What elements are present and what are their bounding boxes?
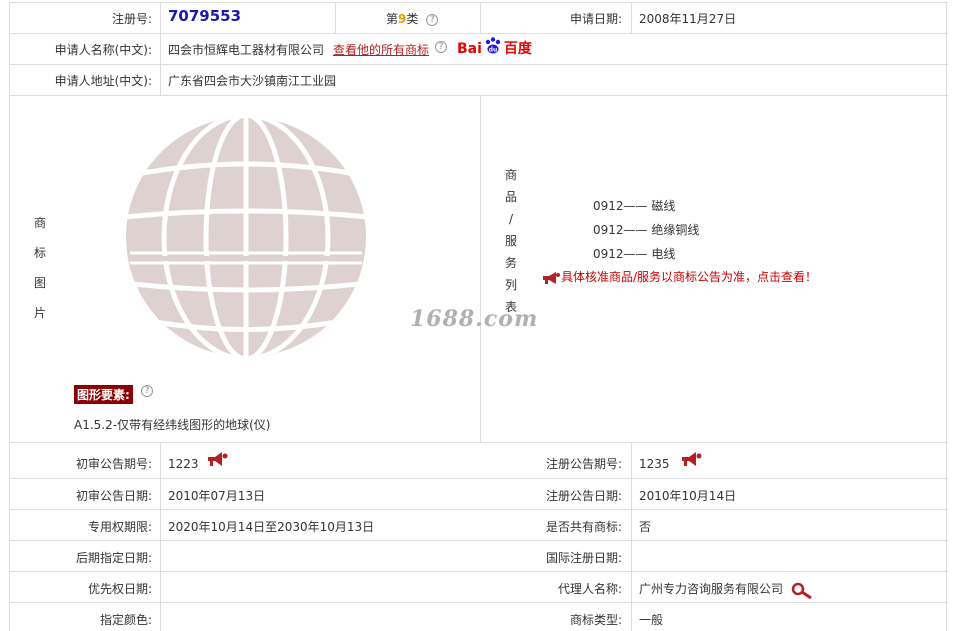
svg-text:du: du <box>489 47 498 54</box>
divider <box>9 64 948 65</box>
mark-type-label: 商标类型: <box>569 613 622 627</box>
later-designation-label: 后期指定日期: <box>75 551 152 565</box>
divider <box>631 442 632 631</box>
applicant-address-label: 申请人地址(中文): <box>54 74 152 88</box>
megaphone-icon[interactable] <box>206 451 228 467</box>
goods-notice-text: 具体核准商品/服务以商标公告为准，点击查看！ <box>561 270 818 284</box>
label-char: 片 <box>33 306 46 320</box>
class-prefix: 第 <box>386 12 399 26</box>
agent-name-label: 代理人名称: <box>557 582 622 596</box>
label-char: 服 <box>504 234 517 248</box>
goods-name: 磁线 <box>651 199 676 213</box>
prelim-date-value: 2010年07月13日 <box>168 489 266 503</box>
watermark-text: 1688.com <box>410 306 539 332</box>
apply-date-label: 申请日期: <box>569 12 622 26</box>
applicant-name-value: 四会市恒辉电工器材有限公司 <box>168 43 325 57</box>
goods-notice-link[interactable]: 具体核准商品/服务以商标公告为准，点击查看！ <box>541 268 817 285</box>
prelim-date-label: 初审公告日期: <box>75 489 152 503</box>
exclusive-period-label: 专用权期限: <box>87 520 152 534</box>
class-suffix: 类 <box>406 12 419 26</box>
baidu-cn-text: 百度 <box>503 41 532 57</box>
divider <box>335 2 336 33</box>
reg-date-value: 2010年10月14日 <box>639 489 737 503</box>
goods-item: 0912—— 磁线 <box>593 197 675 214</box>
divider <box>9 602 948 603</box>
class-indicator: 第9类 ? <box>386 10 439 27</box>
goods-name: 电线 <box>651 247 676 261</box>
help-icon[interactable]: ? <box>426 13 439 26</box>
label-char: / <box>508 212 514 226</box>
megaphone-icon[interactable] <box>680 451 702 467</box>
all-marks-link[interactable]: 查看他的所有商标 <box>333 41 429 58</box>
baidu-logo-link[interactable]: Bai du 百度 <box>457 36 532 58</box>
divider <box>631 2 632 33</box>
divider <box>9 478 948 479</box>
label-char: 商 <box>33 216 46 230</box>
trademark-globe-image <box>126 117 366 357</box>
shared-mark-value: 否 <box>639 520 652 534</box>
divider <box>160 2 161 95</box>
divider <box>9 571 948 572</box>
figure-element-desc: A1.5.2-仅带有经纬线图形的地球(仪) <box>74 418 271 432</box>
label-char: 列 <box>504 278 517 292</box>
goods-code: 0912—— <box>593 199 648 213</box>
goods-services-label: 商 品 / 服 务 列 表 <box>504 164 518 318</box>
mark-type-value: 一般 <box>639 613 664 627</box>
applicant-address-value: 广东省四会市大沙镇南江工业园 <box>168 74 337 88</box>
label-char: 商 <box>504 168 517 182</box>
goods-name: 绝缘铜线 <box>651 223 700 237</box>
divider <box>160 442 161 631</box>
divider <box>480 2 481 33</box>
reg-no-value: 7079553 <box>168 7 242 25</box>
intl-reg-date-label: 国际注册日期: <box>545 551 622 565</box>
help-icon[interactable]: ? <box>435 41 447 53</box>
apply-date-value: 2008年11月27日 <box>639 12 737 26</box>
label-char: 图 <box>33 276 46 290</box>
trademark-image-label: 商 标 图 片 <box>33 208 47 328</box>
label-char: 表 <box>504 300 517 314</box>
divider <box>9 442 948 443</box>
label-char: 标 <box>33 246 46 260</box>
baidu-text: Bai <box>457 41 482 57</box>
goods-item: 0912—— 电线 <box>593 245 675 262</box>
designated-color-label: 指定颜色: <box>99 613 152 627</box>
goods-code: 0912—— <box>593 223 648 237</box>
reg-date-label: 注册公告日期: <box>545 489 622 503</box>
exclusive-period-value: 2020年10月14日至2030年10月13日 <box>168 520 375 534</box>
divider <box>480 95 481 442</box>
divider <box>9 33 948 34</box>
prelim-no-label: 初审公告期号: <box>75 457 152 471</box>
figure-element-badge: 图形要素: <box>74 385 133 404</box>
reg-no-label: 注册号: <box>111 12 152 26</box>
divider <box>9 509 948 510</box>
applicant-name-label: 申请人名称(中文): <box>54 43 152 57</box>
goods-code: 0912—— <box>593 247 648 261</box>
priority-date-label: 优先权日期: <box>87 582 152 596</box>
divider <box>9 540 948 541</box>
goods-item: 0912—— 绝缘铜线 <box>593 221 699 238</box>
divider <box>9 2 948 3</box>
search-icon[interactable] <box>790 582 814 600</box>
megaphone-icon <box>543 271 560 284</box>
label-char: 务 <box>504 256 517 270</box>
prelim-no-value: 1223 <box>168 457 199 471</box>
divider <box>9 95 948 96</box>
label-char: 品 <box>504 190 517 204</box>
reg-announce-no-value: 1235 <box>639 457 670 471</box>
agent-name-value: 广州专力咨询服务有限公司 <box>639 582 784 596</box>
reg-announce-no-label: 注册公告期号: <box>545 457 622 471</box>
paw-icon: du <box>485 37 501 54</box>
help-icon[interactable]: ? <box>141 385 153 397</box>
shared-mark-label: 是否共有商标: <box>545 520 622 534</box>
